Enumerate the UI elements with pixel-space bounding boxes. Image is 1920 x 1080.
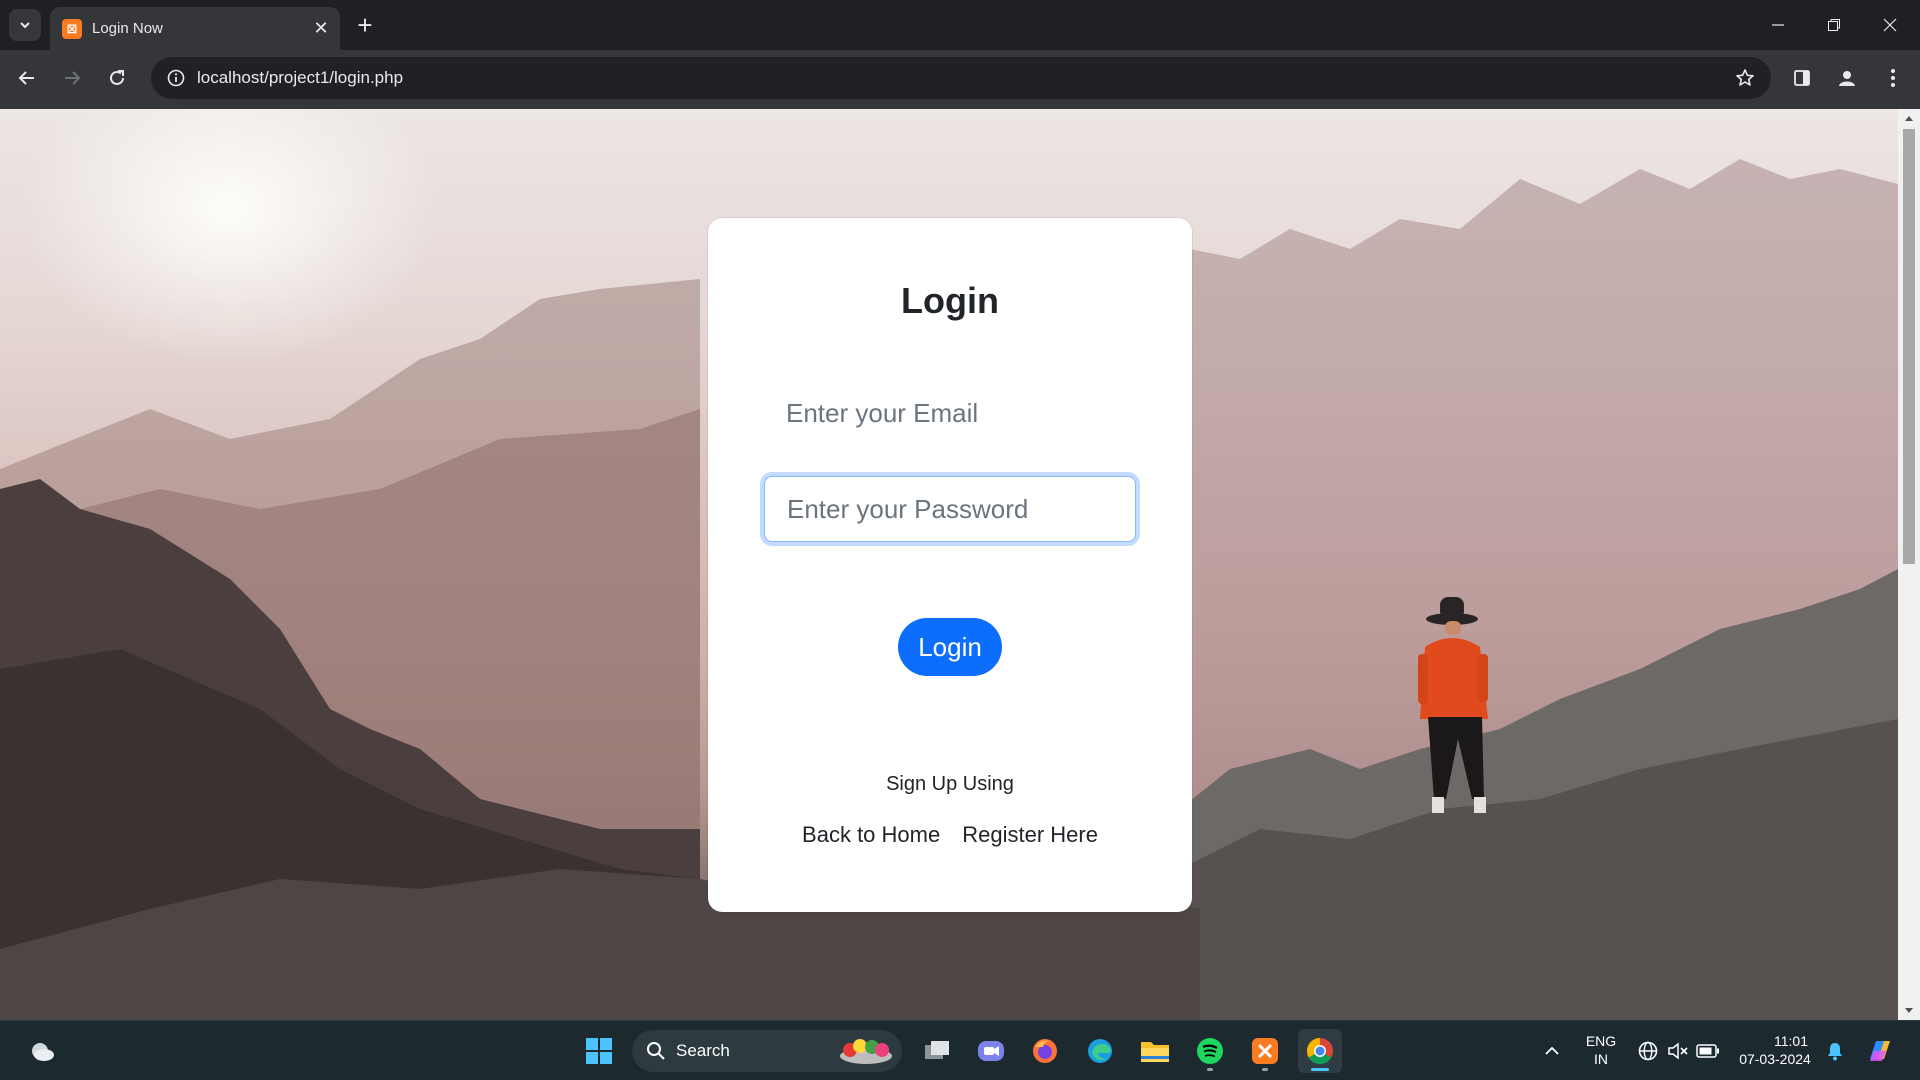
back-button[interactable] <box>9 60 45 96</box>
restore-button[interactable] <box>1806 0 1862 50</box>
url-text: localhost/project1/login.php <box>197 68 404 87</box>
address-bar[interactable]: localhost/project1/login.php <box>151 57 1771 99</box>
copilot-icon[interactable] <box>1858 1029 1902 1073</box>
xampp-favicon-icon: ⊠ <box>62 18 82 39</box>
minimize-icon <box>1772 24 1784 26</box>
arrow-right-icon <box>65 71 81 85</box>
task-view-icon[interactable] <box>915 1029 959 1073</box>
chrome-icon[interactable] <box>1298 1029 1342 1073</box>
search-icon <box>647 1042 665 1060</box>
tab-strip: ⊠ Login Now ✕ + <box>0 0 1920 50</box>
reload-button[interactable] <box>99 60 135 96</box>
region-code: IN <box>1594 1051 1608 1067</box>
signup-text: Sign Up Using <box>886 773 1014 795</box>
back-to-home-link[interactable]: Back to Home <box>802 822 940 848</box>
restore-icon <box>1828 19 1840 31</box>
system-tray-chevron-icon[interactable] <box>1530 1029 1574 1073</box>
clock[interactable]: 11:01 07-03-2024 <box>1730 1032 1820 1068</box>
footer-links: Back to Home Register Here <box>708 822 1192 848</box>
battery-icon[interactable] <box>1686 1029 1730 1073</box>
site-info-icon[interactable] <box>155 57 197 99</box>
new-tab-button[interactable]: + <box>350 10 380 40</box>
close-icon <box>1883 18 1897 32</box>
teams-chat-icon[interactable] <box>969 1029 1013 1073</box>
language-indicator[interactable]: ENG IN <box>1578 1032 1624 1068</box>
edge-icon[interactable] <box>1078 1029 1122 1073</box>
clock-date: 07-03-2024 <box>1739 1051 1811 1067</box>
holi-search-highlight-icon <box>840 1039 892 1064</box>
scroll-up-icon[interactable] <box>1903 112 1915 124</box>
side-panel-icon[interactable] <box>1784 60 1820 96</box>
password-input[interactable] <box>764 476 1136 542</box>
login-card: Login Login Sign Up Using Back to Home R… <box>708 218 1192 912</box>
spotify-icon[interactable] <box>1188 1029 1232 1073</box>
scroll-thumb[interactable] <box>1903 129 1915 564</box>
windows-start-icon[interactable] <box>577 1029 621 1073</box>
tab-search-button[interactable] <box>9 9 41 41</box>
email-input[interactable] <box>764 380 1136 446</box>
notification-bell-icon[interactable] <box>1813 1029 1857 1073</box>
search-label: Search <box>676 1041 730 1060</box>
firefox-icon[interactable] <box>1023 1029 1067 1073</box>
login-button[interactable]: Login <box>898 618 1002 676</box>
file-explorer-icon[interactable] <box>1133 1029 1177 1073</box>
browser-toolbar: localhost/project1/login.php <box>0 50 1920 109</box>
clock-time: 11:01 <box>1774 1033 1808 1049</box>
close-window-button[interactable] <box>1862 0 1918 50</box>
taskbar-search-box[interactable]: Search <box>632 1030 902 1072</box>
language-code: ENG <box>1585 1033 1617 1049</box>
page-viewport: Login Login Sign Up Using Back to Home R… <box>0 109 1898 1020</box>
register-link[interactable]: Register Here <box>962 822 1098 848</box>
windows-taskbar: Search ENG IN 11:01 07-03-2024 <box>0 1020 1920 1080</box>
minimize-button[interactable] <box>1750 0 1806 50</box>
forward-button[interactable] <box>54 60 90 96</box>
active-tab[interactable]: ⊠ Login Now ✕ <box>50 7 340 50</box>
profile-icon[interactable] <box>1829 60 1865 96</box>
chevron-down-icon <box>20 22 30 29</box>
bookmark-star-icon[interactable] <box>1725 58 1765 98</box>
page-scrollbar[interactable] <box>1898 109 1920 1020</box>
xampp-icon[interactable] <box>1243 1029 1287 1073</box>
tab-title: Login Now <box>92 20 163 37</box>
scroll-down-icon[interactable] <box>1903 1005 1915 1017</box>
more-menu-icon[interactable] <box>1875 60 1911 96</box>
reload-icon <box>110 70 124 85</box>
close-tab-icon[interactable]: ✕ <box>308 16 334 42</box>
weather-widget-icon[interactable] <box>20 1029 64 1073</box>
page-title: Login <box>901 280 999 321</box>
arrow-left-icon <box>18 71 34 85</box>
